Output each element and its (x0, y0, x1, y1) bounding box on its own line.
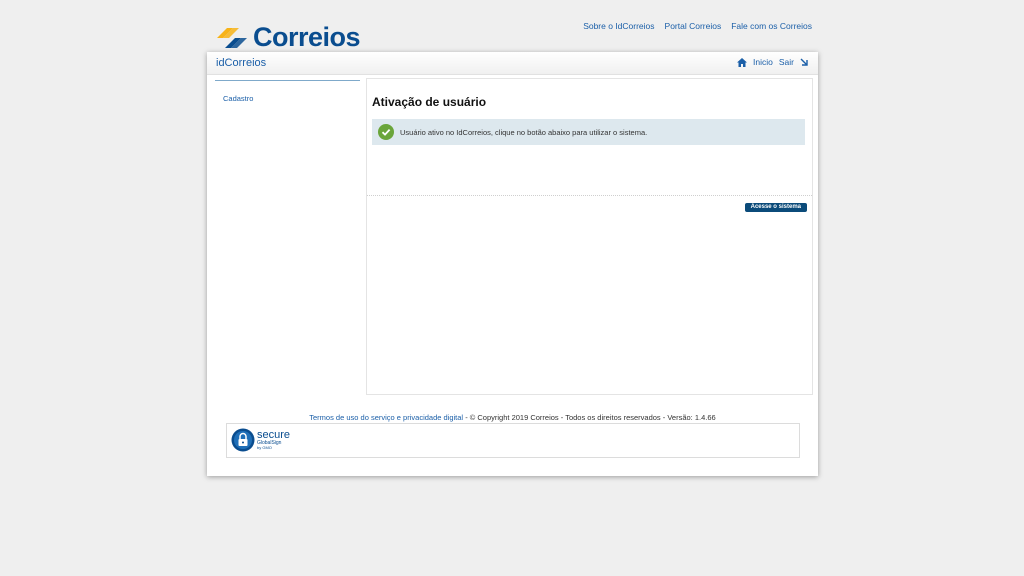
page-title: Ativação de usuário (372, 95, 487, 109)
main-panel: idCorreios Inicio Sair Cadastro Ativação… (207, 52, 818, 476)
correios-logo-icon (217, 27, 247, 48)
divider (367, 195, 812, 196)
logout-link[interactable]: Sair (779, 57, 794, 67)
top-nav: Sobre o IdCorreios Portal Correios Fale … (583, 21, 812, 31)
correios-logo[interactable]: Correios (215, 22, 361, 53)
copyright-text: - © Copyright 2019 Correios - Todos os d… (463, 413, 716, 422)
terms-link[interactable]: Termos de uso do serviço e privacidade d… (309, 413, 463, 422)
link-portal-correios[interactable]: Portal Correios (665, 21, 722, 31)
access-system-button[interactable]: Acesse o sistema (744, 203, 807, 212)
success-message: Usuário ativo no IdCorreios, clique no b… (372, 119, 805, 145)
home-icon[interactable] (737, 57, 748, 67)
title-bar: idCorreios Inicio Sair (207, 52, 818, 75)
title-bar-actions: Inicio Sair (737, 57, 808, 67)
sidebar-item-cadastro[interactable]: Cadastro (223, 94, 360, 103)
security-seal-box: secure GlobalSign by GMO (226, 423, 800, 458)
logout-arrow-icon[interactable] (800, 58, 808, 66)
content-area: Ativação de usuário Usuário ativo no IdC… (366, 78, 813, 395)
lock-icon (231, 428, 255, 452)
logo-text: Correios (253, 22, 361, 52)
footer: Termos de uso do serviço e privacidade d… (207, 413, 818, 422)
success-message-text: Usuário ativo no IdCorreios, clique no b… (400, 127, 648, 137)
sidebar: Cadastro (215, 80, 360, 103)
seal-sub2-text: by GMO (257, 445, 272, 450)
link-sobre-idcorreios[interactable]: Sobre o IdCorreios (583, 21, 654, 31)
app-title: idCorreios (216, 57, 267, 69)
home-link[interactable]: Inicio (753, 57, 773, 67)
link-fale-com-correios[interactable]: Fale com os Correios (731, 21, 812, 31)
success-check-icon (378, 124, 394, 140)
globalsign-seal[interactable]: secure GlobalSign by GMO (231, 428, 290, 452)
